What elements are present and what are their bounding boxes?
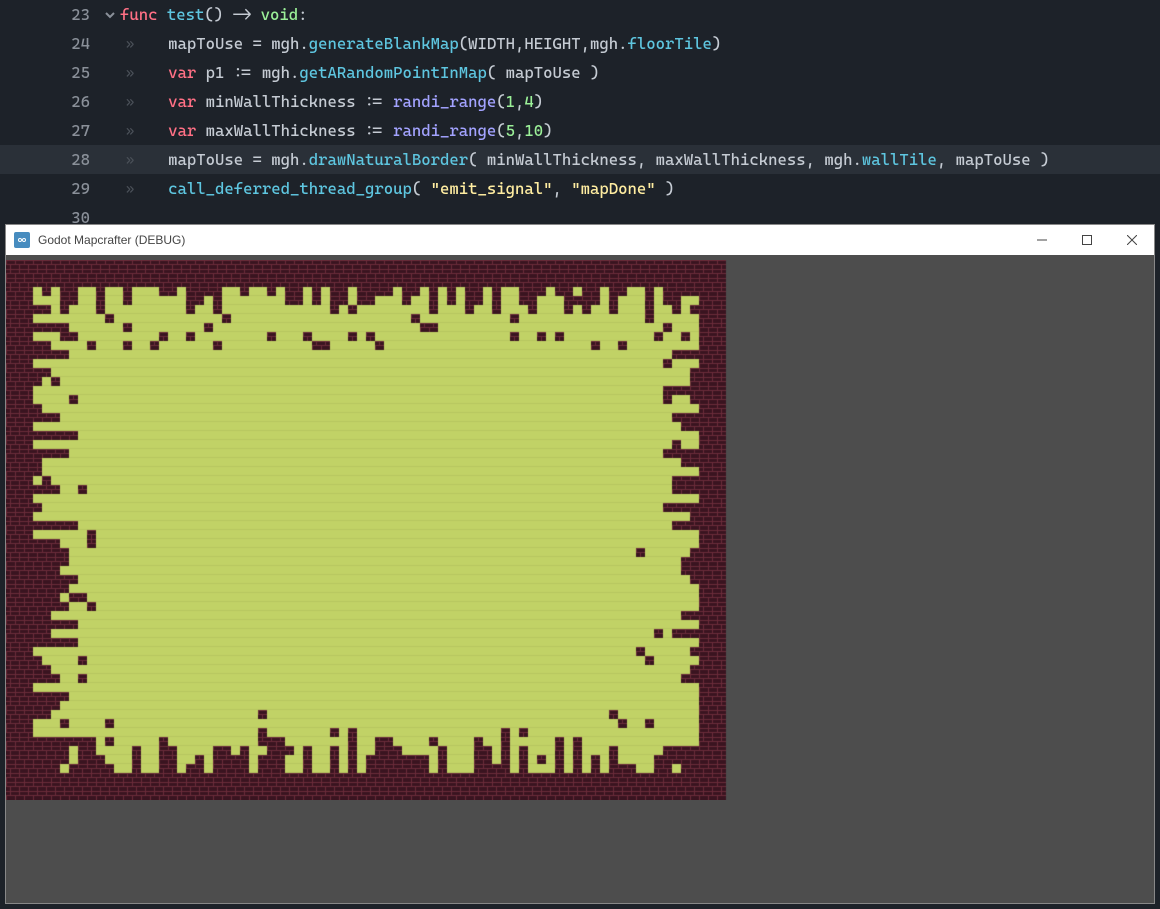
fold-icon[interactable] [100,9,120,21]
code-line[interactable]: 27 » var maxWallThickness := randi_range… [0,116,1160,145]
indent-guide: » [120,152,140,168]
code-text: var p1 := mgh.getARandomPointInMap( mapT… [140,63,599,82]
titlebar[interactable]: Godot Mapcrafter (DEBUG) [6,225,1154,255]
close-button[interactable] [1109,225,1154,255]
game-window: Godot Mapcrafter (DEBUG) [5,224,1155,904]
line-number: 23 [0,5,100,24]
line-number: 28 [0,150,100,169]
code-line[interactable]: 24 » mapToUse = mgh.generateBlankMap(WID… [0,29,1160,58]
code-line-current[interactable]: 28 » mapToUse = mgh.drawNaturalBorder( m… [0,145,1160,174]
code-text: var minWallThickness := randi_range(1,4) [140,92,543,111]
godot-icon [14,232,30,248]
indent-guide: » [120,181,140,197]
code-line[interactable]: 29 » call_deferred_thread_group( "emit_s… [0,174,1160,203]
minimize-button[interactable] [1019,225,1064,255]
code-text: mapToUse = mgh.generateBlankMap(WIDTH,HE… [140,34,721,53]
code-text: var maxWallThickness := randi_range(5,10… [140,121,553,140]
code-text: call_deferred_thread_group( "emit_signal… [140,179,674,198]
indent-guide: » [120,123,140,139]
code-line[interactable]: 26 » var minWallThickness := randi_range… [0,87,1160,116]
code-line[interactable]: 25 » var p1 := mgh.getARandomPointInMap(… [0,58,1160,87]
code-text: mapToUse = mgh.drawNaturalBorder( minWal… [140,150,1049,169]
maximize-button[interactable] [1064,225,1109,255]
indent-guide: » [120,65,140,81]
line-number: 29 [0,179,100,198]
window-controls [1019,225,1154,255]
code-editor[interactable]: 23 func test() -> void: 24 » mapToUse = … [0,0,1160,232]
line-number: 26 [0,92,100,111]
tilemap-canvas [6,260,766,800]
game-viewport[interactable] [6,255,1154,903]
line-number: 24 [0,34,100,53]
indent-guide: » [120,36,140,52]
line-number: 27 [0,121,100,140]
code-text: func test() -> void: [120,5,308,24]
code-line[interactable]: 23 func test() -> void: [0,0,1160,29]
line-number: 25 [0,63,100,82]
window-title: Godot Mapcrafter (DEBUG) [38,233,1019,247]
indent-guide: » [120,94,140,110]
